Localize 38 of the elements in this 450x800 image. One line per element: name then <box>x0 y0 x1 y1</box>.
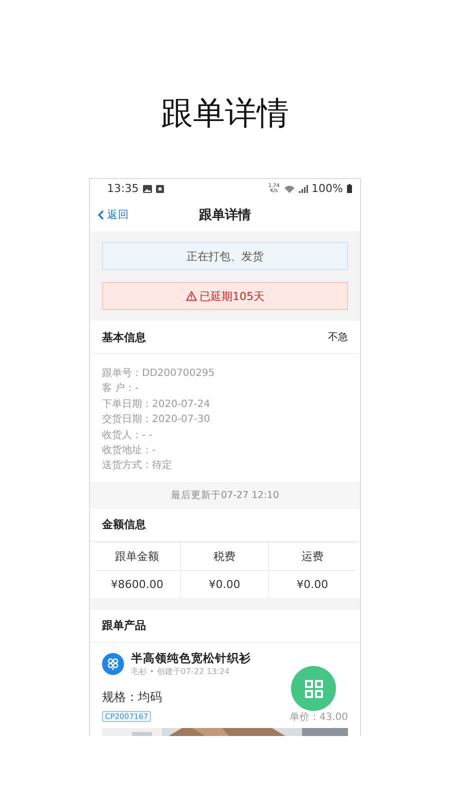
square-icon <box>156 184 164 192</box>
unit-price: 单价：43.00 <box>289 710 348 724</box>
page-title: 跟单详情 <box>161 93 289 134</box>
status-time: 13:35 <box>107 182 139 195</box>
last-updated: 最后更新于07-27 12:10 <box>170 488 279 502</box>
info-line: 收货人：- - <box>102 428 154 443</box>
info-line: 下单日期：2020-07-24 <box>102 398 212 412</box>
battery-icon <box>347 184 352 193</box>
amount-cell: ¥0.00 <box>181 570 269 598</box>
info-line: 跟单号：DD200700295 <box>102 366 216 381</box>
info-line: 交货日期：2020-07-30 <box>102 412 212 428</box>
product-spec: 规格：均码 <box>102 688 163 706</box>
delay-text: 已延期105天 <box>200 288 264 304</box>
column-header: 运费 <box>268 542 356 570</box>
amount-cell: ¥8600.00 <box>94 570 182 598</box>
section-title: 基本信息 <box>102 330 146 344</box>
section-title: 金额信息 <box>102 517 146 532</box>
amount-cell: ¥0.00 <box>268 570 356 598</box>
wifi-icon <box>284 184 295 192</box>
back-button[interactable]: 返回 <box>98 208 129 222</box>
info-line: 客 户：- <box>102 382 140 396</box>
signal-icon <box>298 184 308 192</box>
chevron-left-icon <box>98 210 104 220</box>
battery-level: 100% <box>312 182 343 195</box>
image-icon <box>142 184 152 192</box>
column-header: 跟单金额 <box>94 542 182 570</box>
info-line: 送货方式：待定 <box>102 458 173 474</box>
section-title: 跟单产品 <box>102 618 146 634</box>
grid-icon <box>304 680 322 698</box>
product-name: 半高领纯色宽松针织衫 <box>131 650 251 666</box>
column-header: 税费 <box>181 542 269 570</box>
product-meta: 毛衫 • 创建于07-22 13:24 <box>131 666 231 677</box>
warning-icon <box>186 291 196 301</box>
flower-icon <box>102 652 124 675</box>
urgency-label: 不急 <box>328 331 348 344</box>
info-line: 收货地址：- <box>102 444 157 458</box>
status-banner: 正在打包、发货 <box>102 242 348 270</box>
screen-title: 跟单详情 <box>199 206 251 224</box>
